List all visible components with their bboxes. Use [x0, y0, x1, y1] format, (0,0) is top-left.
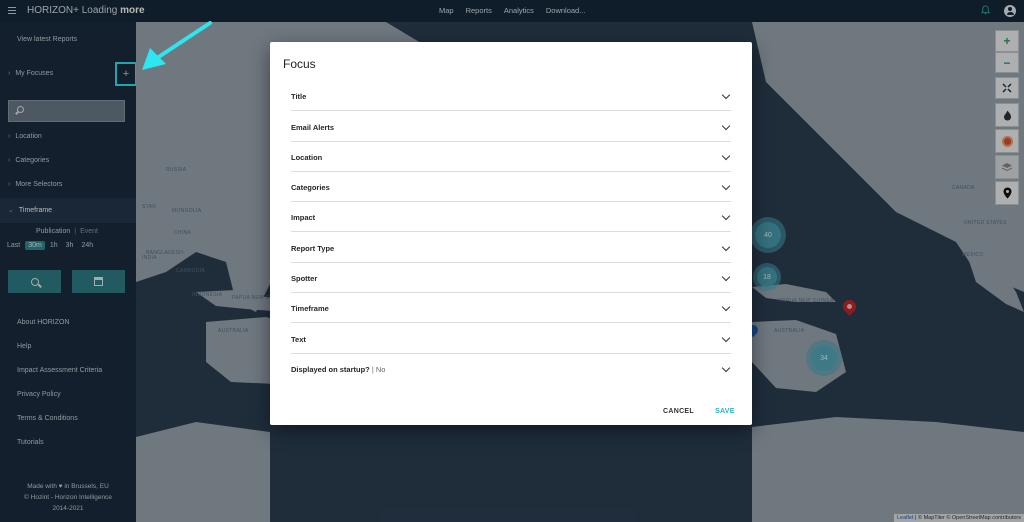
chevron-down-icon	[721, 363, 731, 373]
section-label: Displayed on startup? | No	[291, 365, 385, 374]
cancel-button[interactable]: CANCEL	[663, 408, 694, 415]
section-label: Spotter	[291, 274, 318, 283]
section-spotter[interactable]: Spotter	[291, 263, 731, 293]
section-impact[interactable]: Impact	[291, 202, 731, 232]
chevron-down-icon	[721, 151, 731, 161]
chevron-down-icon	[721, 272, 731, 282]
section-label: Email Alerts	[291, 123, 335, 132]
section-text[interactable]: Text	[291, 324, 731, 354]
chevron-down-icon	[721, 211, 731, 221]
chevron-down-icon	[721, 242, 731, 252]
section-label: Impact	[291, 213, 316, 222]
section-email-alerts[interactable]: Email Alerts	[291, 112, 731, 142]
section-label: Timeframe	[291, 304, 329, 313]
section-displayed-on-startup[interactable]: Displayed on startup? | No	[291, 354, 731, 384]
section-categories[interactable]: Categories	[291, 172, 731, 202]
section-label: Report Type	[291, 244, 335, 253]
section-title[interactable]: Title	[291, 81, 731, 111]
section-label: Text	[291, 335, 306, 344]
chevron-down-icon	[721, 333, 731, 343]
section-label: Categories	[291, 183, 330, 192]
section-timeframe[interactable]: Timeframe	[291, 293, 731, 323]
chevron-down-icon	[721, 90, 731, 100]
chevron-down-icon	[721, 121, 731, 131]
startup-value: | No	[371, 365, 386, 374]
tutorial-arrow-icon	[142, 21, 212, 70]
startup-label: Displayed on startup?	[291, 365, 370, 374]
section-location[interactable]: Location	[291, 142, 731, 172]
dialog-title: Focus	[283, 57, 316, 71]
save-button[interactable]: SAVE	[715, 408, 735, 415]
section-report-type[interactable]: Report Type	[291, 233, 731, 263]
focus-dialog: Focus Title Email Alerts Location Catego…	[270, 42, 752, 425]
chevron-down-icon	[721, 181, 731, 191]
section-label: Title	[291, 92, 307, 101]
chevron-down-icon	[721, 302, 731, 312]
section-label: Location	[291, 153, 323, 162]
